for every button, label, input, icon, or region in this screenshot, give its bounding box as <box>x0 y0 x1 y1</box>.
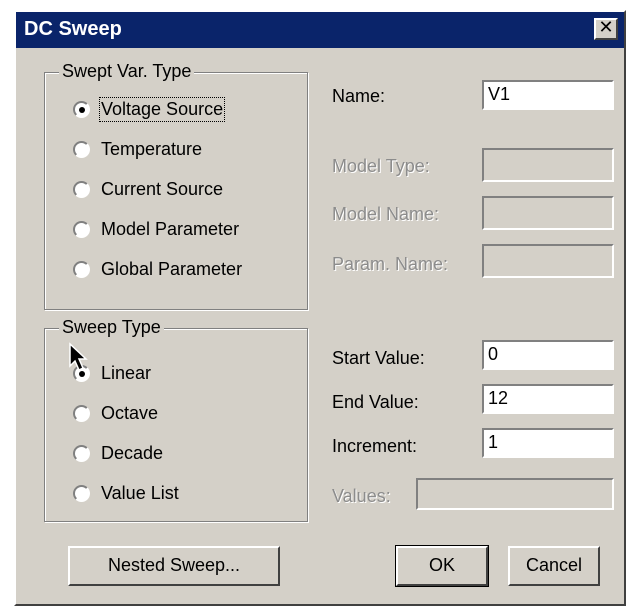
radio-button-icon <box>73 485 90 502</box>
radio-button-icon <box>73 101 90 118</box>
mouse-cursor-icon <box>69 342 88 372</box>
increment-input[interactable]: 1 <box>482 428 614 458</box>
model-name-input <box>482 196 614 230</box>
ok-button[interactable]: OK <box>395 545 489 587</box>
dc-sweep-dialog: DC Sweep ✕ Swept Var. Type Voltage Sourc… <box>14 10 626 606</box>
radio-button-icon <box>73 141 90 158</box>
radio-label: Model Parameter <box>101 219 240 239</box>
swept-var-type-label: Swept Var. Type <box>59 61 195 82</box>
nested-sweep-button[interactable]: Nested Sweep... <box>68 546 280 586</box>
sweep-type-label: Sweep Type <box>59 317 164 338</box>
radio-button-icon <box>73 405 90 422</box>
radio-label: Linear <box>101 363 152 383</box>
radio-button-icon <box>73 261 90 278</box>
radio-label: Value List <box>101 483 179 503</box>
radio-button-icon <box>73 445 90 462</box>
model-name-label: Model Name: <box>332 204 440 224</box>
start-value-label: Start Value: <box>332 348 425 368</box>
cancel-button[interactable]: Cancel <box>508 546 600 586</box>
values-input <box>416 478 614 510</box>
name-input[interactable]: V1 <box>482 80 614 110</box>
close-button[interactable]: ✕ <box>594 18 618 40</box>
start-value-input[interactable]: 0 <box>482 340 614 370</box>
radio-label: Global Parameter <box>101 259 243 279</box>
radio-label: Octave <box>101 403 159 423</box>
param-name-input <box>482 244 614 278</box>
title-bar[interactable]: DC Sweep ✕ <box>16 12 624 48</box>
close-icon: ✕ <box>598 17 614 38</box>
end-value-input[interactable]: 12 <box>482 384 614 414</box>
swept-var-type-group: Swept Var. Type Voltage Source Temperatu… <box>44 61 308 310</box>
radio-label: Voltage Source <box>98 97 226 122</box>
radio-label: Decade <box>101 443 164 463</box>
name-label: Name: <box>332 86 386 106</box>
end-value-label: End Value: <box>332 392 419 412</box>
dialog-title: DC Sweep <box>24 18 122 40</box>
radio-button-icon <box>73 181 90 198</box>
increment-label: Increment: <box>332 436 418 456</box>
radio-label: Temperature <box>101 139 203 159</box>
model-type-label: Model Type: <box>332 156 430 176</box>
model-type-input <box>482 148 614 182</box>
radio-label: Current Source <box>101 179 224 199</box>
radio-selected-dot <box>79 107 85 113</box>
radio-button-icon <box>73 221 90 238</box>
param-name-label: Param. Name: <box>332 254 449 274</box>
values-label: Values: <box>332 486 391 506</box>
